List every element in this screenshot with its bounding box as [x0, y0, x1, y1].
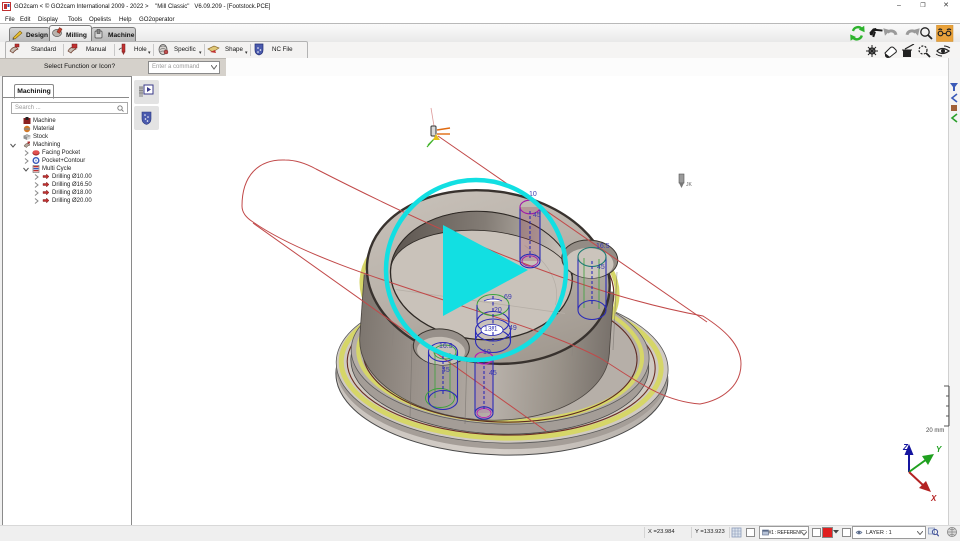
svg-text:45: 45 — [442, 367, 450, 374]
svg-text:JK: JK — [686, 182, 693, 188]
svg-text:20: 20 — [494, 307, 502, 314]
svg-text:16.5: 16.5 — [596, 243, 610, 250]
svg-text:49: 49 — [509, 325, 517, 332]
svg-text:45: 45 — [597, 264, 605, 271]
svg-text:Y: Y — [936, 445, 942, 454]
svg-text:45: 45 — [489, 370, 497, 377]
svg-text:16.5: 16.5 — [439, 343, 453, 350]
svg-text:20 mm: 20 mm — [926, 428, 944, 434]
svg-text:69: 69 — [504, 294, 512, 301]
svg-text:45: 45 — [533, 212, 541, 219]
svg-text:10: 10 — [483, 349, 491, 356]
svg-text:X: X — [930, 494, 937, 503]
svg-text:13.1: 13.1 — [484, 326, 498, 333]
